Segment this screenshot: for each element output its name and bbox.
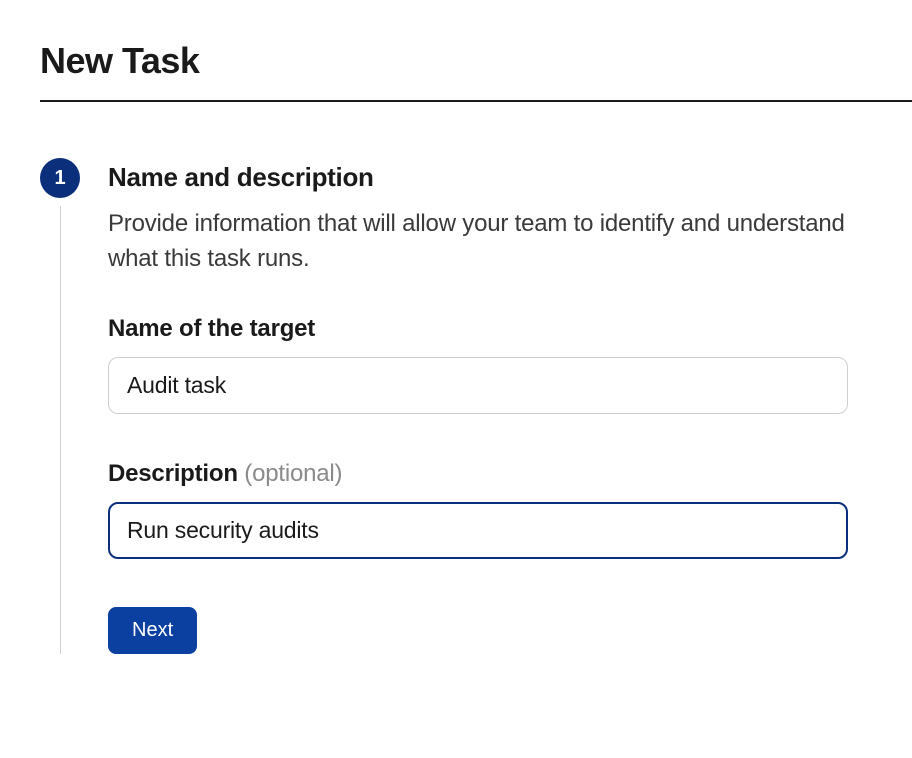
step-indicator-column: 1 — [40, 162, 80, 654]
description-field-label: Description (optional) — [108, 460, 872, 488]
step-connector-line — [60, 206, 61, 654]
step-content: Name and description Provide information… — [80, 162, 912, 654]
description-optional-text: (optional) — [244, 460, 342, 487]
title-divider — [40, 100, 912, 102]
step-number-badge: 1 — [40, 158, 80, 198]
next-button[interactable]: Next — [108, 607, 197, 654]
name-input[interactable] — [108, 357, 848, 414]
field-group-name: Name of the target — [108, 315, 872, 414]
step-container: 1 Name and description Provide informati… — [40, 162, 912, 654]
description-input[interactable] — [108, 502, 848, 559]
field-group-description: Description (optional) — [108, 460, 872, 559]
page-title: New Task — [40, 40, 912, 82]
name-field-label: Name of the target — [108, 315, 872, 343]
step-subtitle: Provide information that will allow your… — [108, 207, 872, 277]
step-title: Name and description — [108, 162, 872, 193]
description-label-text: Description — [108, 460, 244, 487]
